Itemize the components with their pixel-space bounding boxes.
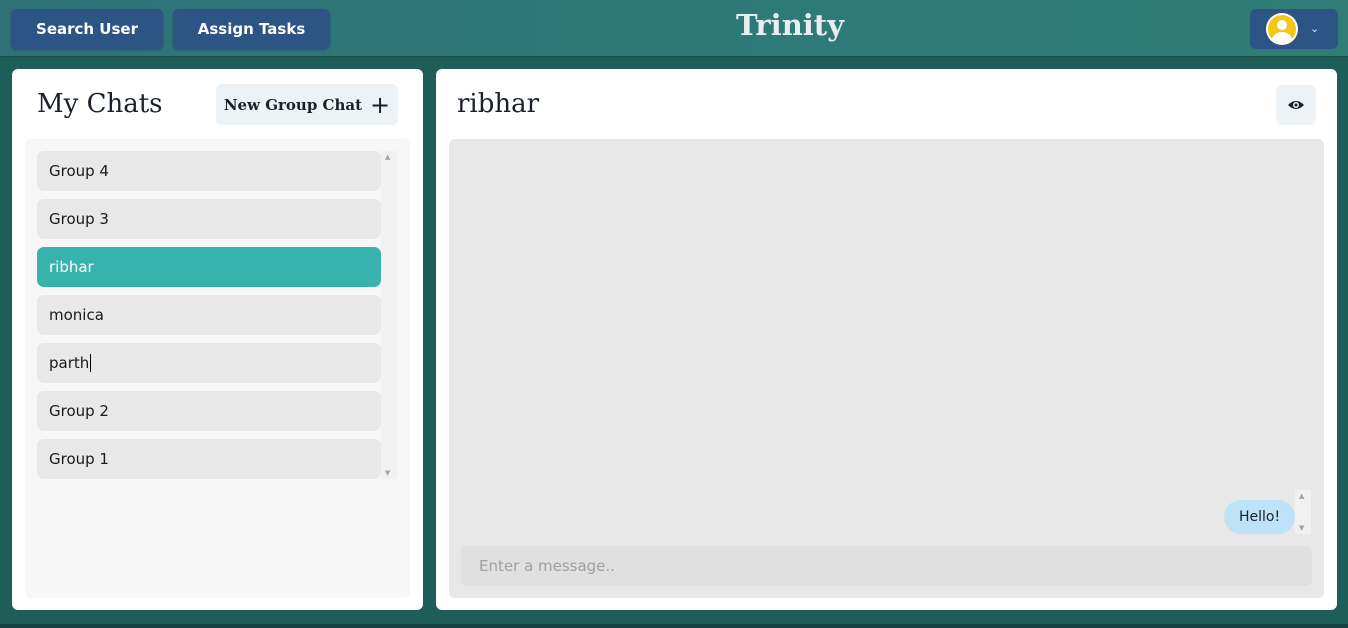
chat-item-label: Group 2 bbox=[49, 402, 109, 420]
chat-list-item[interactable]: Group 2 bbox=[37, 391, 381, 431]
top-navbar: Search User Assign Tasks Trinity ⌄ bbox=[0, 0, 1348, 57]
search-user-button[interactable]: Search User bbox=[11, 9, 163, 49]
chat-list-item[interactable]: Group 4 bbox=[37, 151, 381, 191]
chat-item-label: Group 1 bbox=[49, 450, 109, 468]
chat-list-item[interactable]: Group 1 bbox=[37, 439, 381, 479]
messages-scrollbar[interactable]: ▲ ▼ bbox=[1295, 490, 1311, 534]
scroll-down-arrow-icon[interactable]: ▼ bbox=[1299, 524, 1304, 532]
plus-icon: + bbox=[370, 90, 391, 119]
chat-list-item[interactable]: monica bbox=[37, 295, 381, 335]
text-cursor bbox=[90, 354, 92, 372]
message-text: Hello! bbox=[1239, 509, 1281, 525]
my-chats-panel: My Chats New Group Chat + Group 4 Group … bbox=[12, 69, 423, 610]
scroll-up-arrow-icon[interactable]: ▲ bbox=[1299, 492, 1304, 500]
conversation-title: ribhar bbox=[457, 89, 540, 119]
chat-list: Group 4 Group 3 ribhar monica parth Grou… bbox=[25, 139, 410, 598]
view-profile-button[interactable] bbox=[1276, 85, 1316, 125]
bottom-strip bbox=[0, 624, 1348, 628]
chat-item-label: Group 4 bbox=[49, 162, 109, 180]
eye-icon bbox=[1288, 101, 1304, 109]
chat-item-label: monica bbox=[49, 306, 104, 324]
assign-tasks-button[interactable]: Assign Tasks bbox=[173, 9, 330, 49]
scroll-down-arrow-icon[interactable]: ▼ bbox=[385, 469, 390, 477]
chat-item-label: parth bbox=[49, 354, 90, 372]
new-group-chat-label: New Group Chat bbox=[223, 95, 363, 114]
profile-menu-button[interactable]: ⌄ bbox=[1250, 9, 1338, 49]
chat-list-item[interactable]: parth bbox=[37, 343, 381, 383]
chevron-down-icon: ⌄ bbox=[1310, 22, 1320, 35]
my-chats-heading: My Chats bbox=[37, 89, 163, 119]
chat-list-item[interactable]: Group 3 bbox=[37, 199, 381, 239]
conversation-panel: ribhar Hello! ▲ ▼ bbox=[436, 69, 1337, 610]
message-bubble-own: Hello! bbox=[1224, 500, 1296, 534]
message-input[interactable] bbox=[461, 546, 1312, 586]
avatar bbox=[1266, 13, 1298, 45]
scroll-up-arrow-icon[interactable]: ▲ bbox=[385, 153, 390, 161]
chat-item-label: ribhar bbox=[49, 258, 94, 276]
messages-area: Hello! ▲ ▼ bbox=[449, 139, 1324, 598]
chat-list-item-active[interactable]: ribhar bbox=[37, 247, 381, 287]
chat-list-scrollbar[interactable]: ▲ ▼ bbox=[381, 151, 397, 479]
user-icon bbox=[1268, 15, 1296, 43]
new-group-chat-button[interactable]: New Group Chat + bbox=[216, 84, 398, 125]
chat-item-label: Group 3 bbox=[49, 210, 109, 228]
app-brand-title: Trinity bbox=[735, 8, 845, 42]
